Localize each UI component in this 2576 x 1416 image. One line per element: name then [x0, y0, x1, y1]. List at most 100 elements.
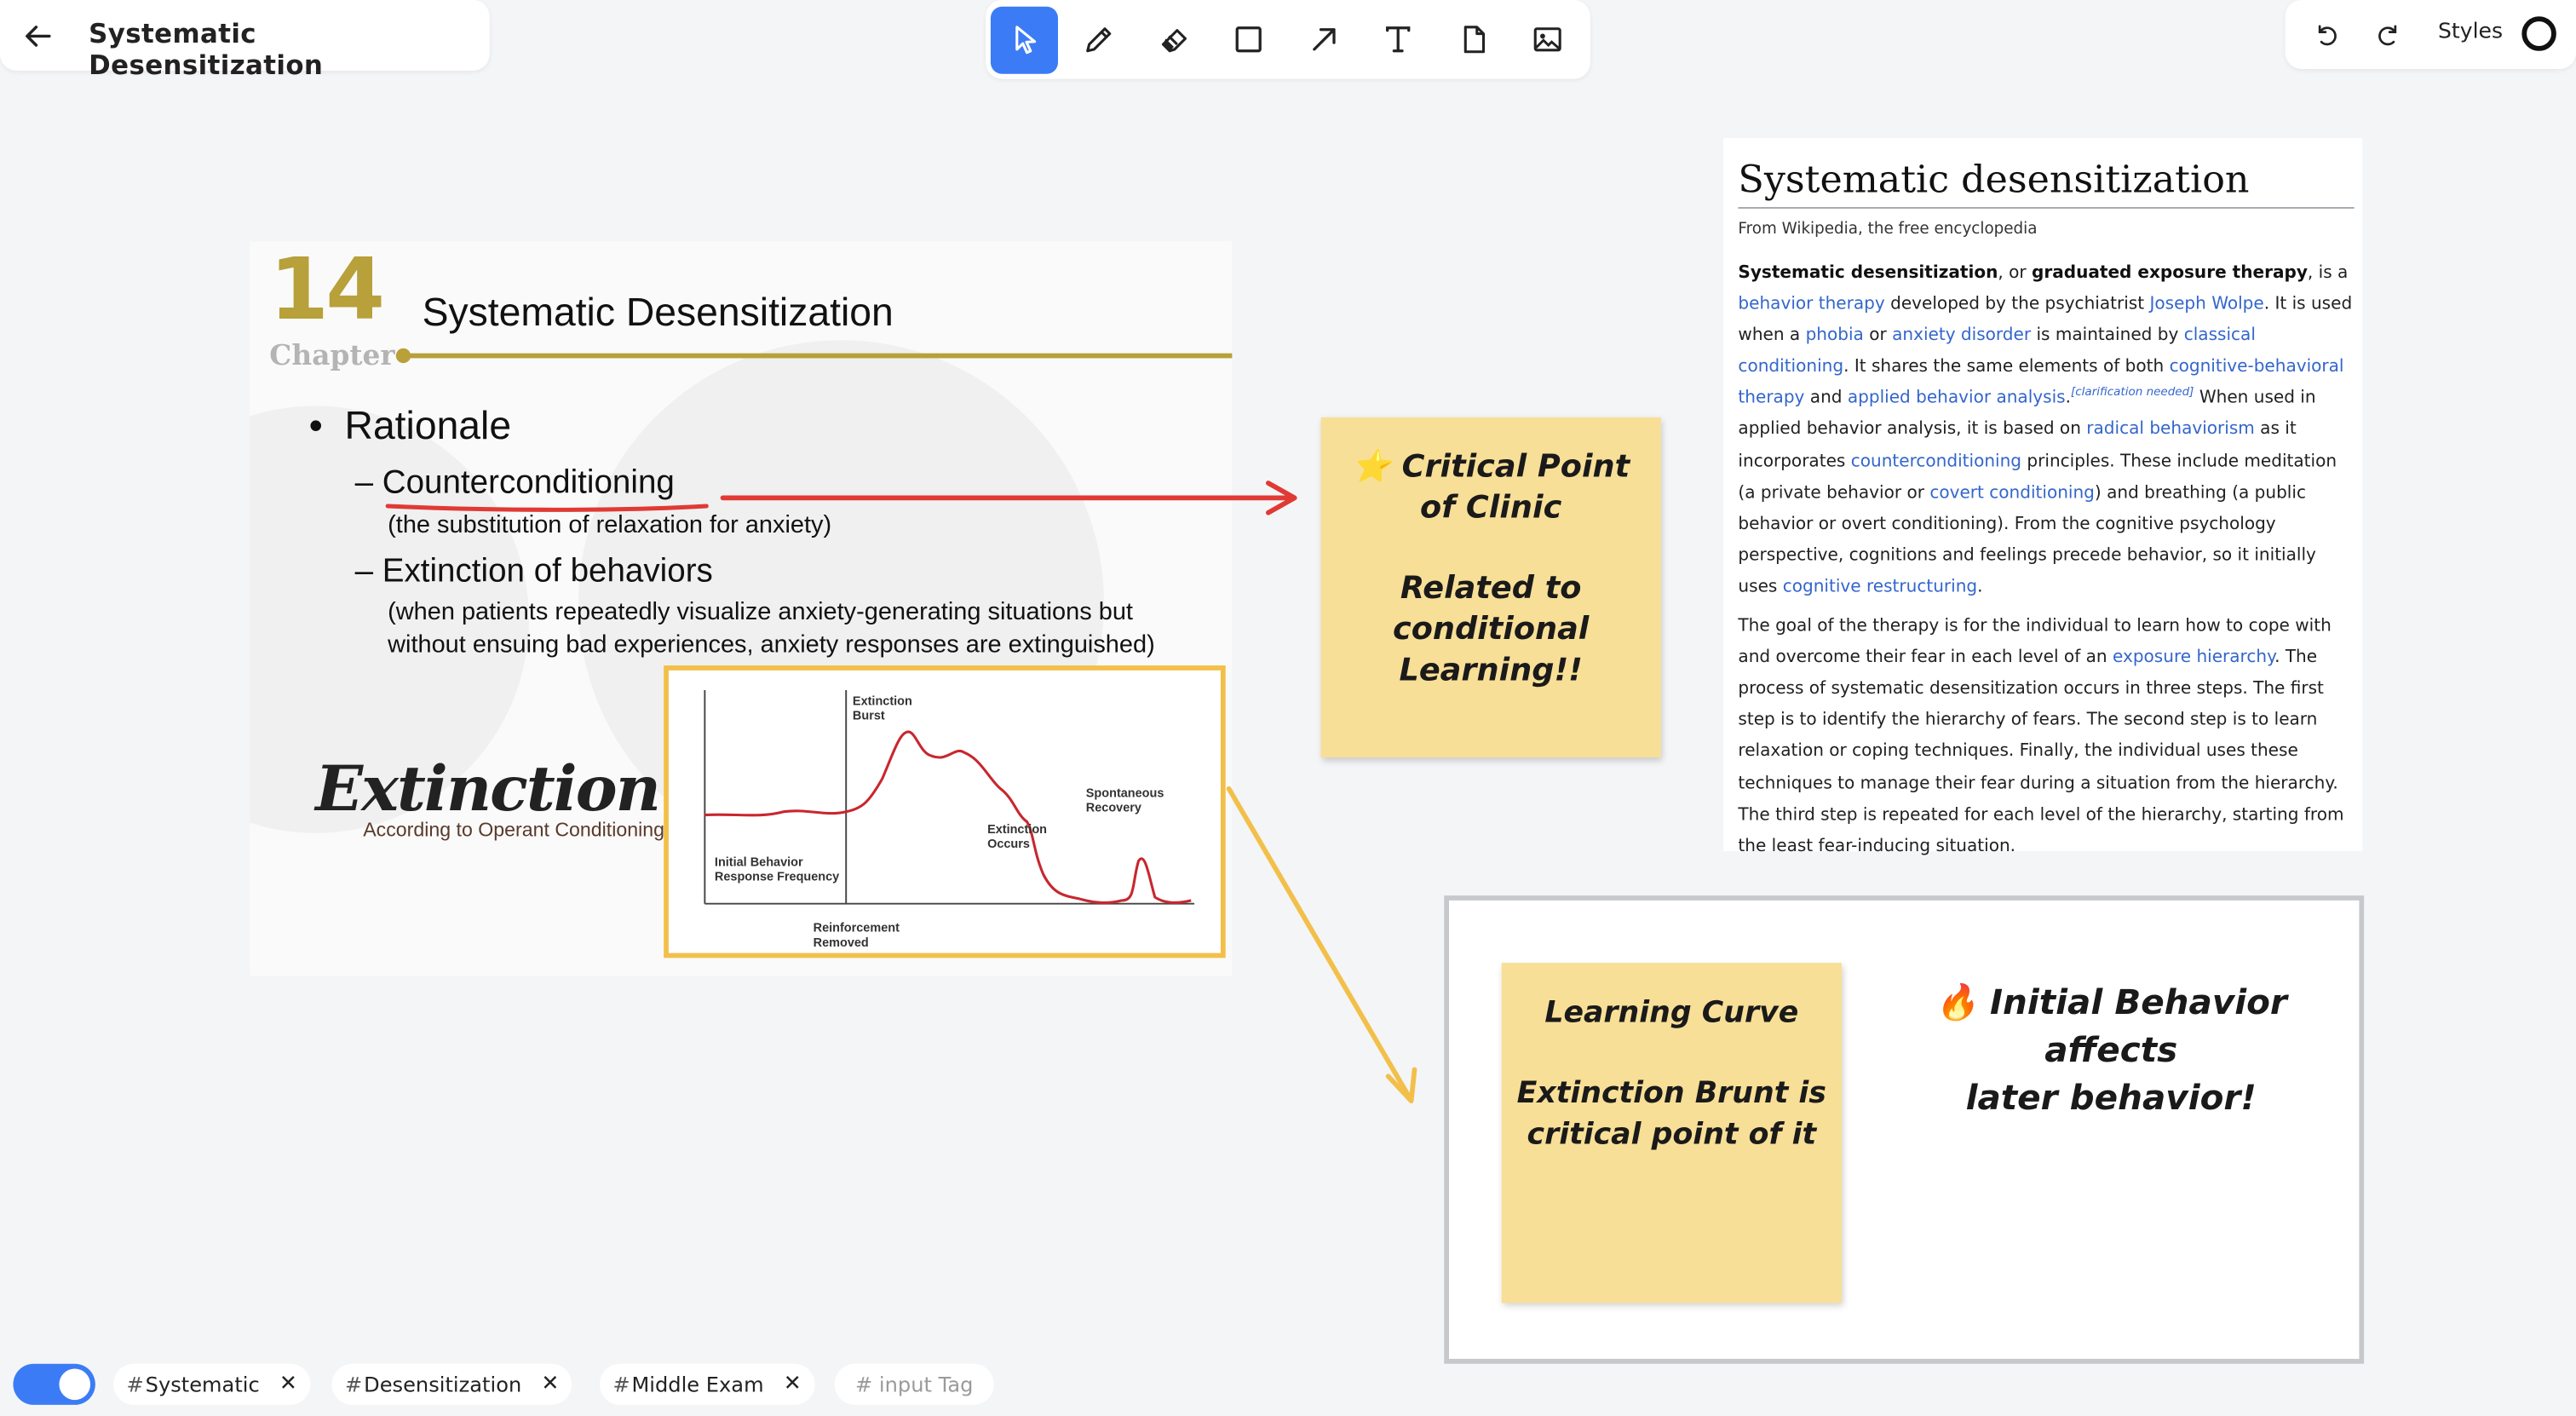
frame-text-line: later behavior! [1965, 1078, 2257, 1118]
eraser-tool-button[interactable] [1140, 6, 1207, 73]
text-tool-button[interactable] [1365, 6, 1432, 73]
tag-chip[interactable]: # Middle Exam ✕ [599, 1363, 815, 1405]
chart-label-occurs: Extinction Occurs [987, 821, 1048, 851]
history-style-bar: Styles [2285, 0, 2576, 69]
arrow-tool-button[interactable] [1290, 6, 1357, 73]
wiki-text: . It shares the same elements of both [1843, 357, 2170, 377]
wiki-title: Systematic desensitization [1738, 159, 2355, 209]
close-icon[interactable]: ✕ [279, 1372, 297, 1396]
wiki-paragraph: The goal of the therapy is for the indiv… [1738, 611, 2354, 862]
styles-label[interactable]: Styles [2438, 20, 2503, 44]
tag-chip[interactable]: # Systematic ✕ [113, 1363, 311, 1405]
wiki-link[interactable]: exposure hierarchy [2113, 648, 2274, 667]
sticky-line: of Clinic [1420, 489, 1562, 527]
drawing-toolbar [986, 0, 1590, 79]
slide-title: Systematic Desensitization [422, 291, 894, 336]
wiki-link[interactable]: covert conditioning [1929, 482, 2095, 502]
tag-label: Desensitization [364, 1372, 522, 1397]
style-color-swatch[interactable] [2521, 16, 2556, 51]
tag-input[interactable]: # input Tag [834, 1363, 994, 1405]
wiki-text: is maintained by [2031, 325, 2184, 346]
bullet-counterconditioning-text: Counterconditioning [382, 464, 675, 502]
wiki-link[interactable]: behavior therapy [1738, 294, 1884, 314]
note-tool-button[interactable] [1439, 6, 1506, 73]
wiki-text: developed by the psychiatrist [1884, 294, 2150, 314]
wiki-text: , is a [2307, 262, 2349, 283]
pencil-icon [1086, 27, 1112, 53]
extinction-subtext: (when patients repeatedly visualize anxi… [388, 597, 1155, 659]
wiki-link[interactable]: applied behavior analysis [1848, 389, 2066, 408]
sticky-line: critical point of it [1527, 1117, 1817, 1152]
eraser-icon [1160, 29, 1187, 53]
square-icon [1235, 26, 1262, 53]
bullet-counterconditioning: – Counterconditioning [354, 464, 675, 502]
tag-chip[interactable]: # Desensitization ✕ [331, 1363, 572, 1405]
wiki-link[interactable]: Joseph Wolpe [2149, 294, 2263, 314]
chart-label-recovery: Spontaneous Recovery [1085, 785, 1164, 815]
tag-label: Systematic [145, 1372, 260, 1397]
extinction-logo-subtitle: According to Operant Conditioning [363, 818, 665, 842]
wiki-link[interactable]: radical behaviorism [2086, 420, 2255, 440]
image-icon [1533, 27, 1561, 52]
toggle-knob [59, 1368, 91, 1401]
frame-text-line: 🔥 Initial Behavior affects [1935, 982, 2287, 1070]
undo-button[interactable] [2305, 13, 2348, 55]
sticky-line: Learning!! [1399, 652, 1583, 689]
rectangle-tool-button[interactable] [1215, 6, 1282, 73]
bullet-rationale: • Rationale [308, 404, 512, 449]
wiki-citation-note[interactable]: [clarification needed] [2071, 386, 2194, 399]
sticky-note-learning-curve[interactable]: Learning Curve Extinction Brunt is critic… [1501, 963, 1842, 1304]
extinction-logo: Extinction [315, 751, 661, 826]
chart-label-burst: Extinction Burst [852, 693, 912, 723]
close-icon[interactable]: ✕ [541, 1372, 559, 1396]
hash-icon: # [344, 1372, 363, 1397]
document-title: Systematic Desensitization [89, 18, 324, 81]
sticky-line: ⭐ Critical Point [1352, 448, 1630, 485]
counterconditioning-subtext: (the substitution of relaxation for anxi… [388, 510, 832, 539]
wiki-link[interactable]: anxiety disorder [1892, 325, 2031, 345]
wiki-text: . The process of systematic desensitizat… [1738, 648, 2344, 856]
redo-icon [2378, 25, 2397, 46]
undo-icon [2318, 25, 2337, 46]
tag-toggle-switch[interactable] [13, 1363, 95, 1405]
sticky-line: Extinction Brunt is [1516, 1076, 1826, 1111]
redo-button[interactable] [2367, 13, 2410, 55]
arrow-up-right-icon [1312, 28, 1335, 51]
pen-tool-button[interactable] [1066, 6, 1133, 73]
chapter-word: Chapter [269, 340, 395, 373]
sticky-note-critical-point[interactable]: ⭐ Critical Point of Clinic Related to cond… [1320, 417, 1661, 758]
bullet-rationale-text: Rationale [344, 404, 512, 449]
cursor-icon [1015, 26, 1036, 55]
wiki-bold: graduated exposure therapy [2032, 262, 2308, 283]
extinction-chart[interactable]: Extinction Burst Extinction Occurs Spont… [664, 665, 1226, 958]
document-icon [1463, 26, 1485, 54]
sticky-line: Learning Curve [1544, 995, 1799, 1031]
wikipedia-excerpt[interactable]: Systematic desensitization From Wikipedi… [1723, 137, 2363, 855]
sticky-line: conditional [1392, 611, 1590, 648]
hash-icon: # [126, 1372, 144, 1397]
wiki-text: and [1804, 388, 1848, 409]
bullet-extinction-text: Extinction of behaviors [382, 553, 713, 590]
arrow-left-icon [26, 26, 51, 47]
title-rule [405, 353, 1233, 359]
sticky-line: Related to [1400, 570, 1582, 607]
chart-label-initial: Initial Behavior Response Frequency [714, 854, 840, 884]
image-tool-button[interactable] [1514, 6, 1581, 73]
wiki-link[interactable]: phobia [1806, 325, 1864, 345]
frame-text-note[interactable]: 🔥 Initial Behavior affects later behavio… [1873, 979, 2349, 1122]
wiki-link[interactable]: counterconditioning [1851, 452, 2021, 471]
wiki-paragraph: Systematic desensitization, or graduated… [1738, 258, 2354, 603]
bullet-extinction: – Extinction of behaviors [354, 553, 713, 590]
hash-icon: # [612, 1372, 630, 1397]
chapter-number: 14 [269, 241, 385, 341]
wiki-link[interactable]: cognitive restructuring [1783, 577, 1977, 596]
wiki-text: , or [1998, 262, 2033, 283]
wiki-text: or [1863, 325, 1893, 346]
close-icon[interactable]: ✕ [784, 1372, 802, 1396]
wiki-text: . [1977, 576, 1983, 596]
back-button[interactable] [16, 14, 59, 57]
text-icon [1386, 26, 1411, 53]
chart-label-removed: Reinforcement Removed [813, 919, 900, 950]
select-tool-button[interactable] [990, 5, 1058, 73]
wiki-bold: Systematic desensitization [1738, 262, 1998, 283]
